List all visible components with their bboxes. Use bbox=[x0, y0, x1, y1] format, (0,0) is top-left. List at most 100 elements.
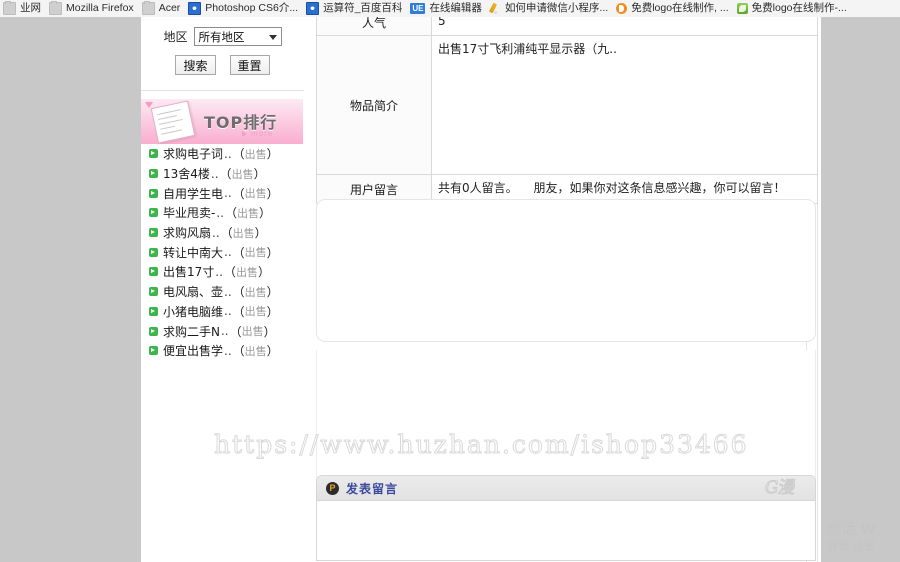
list-item-ellipsis: .. bbox=[216, 205, 224, 220]
region-row: 地区 所有地区 bbox=[141, 17, 304, 46]
search-button[interactable]: 搜索 bbox=[175, 55, 216, 75]
list-item-tag: 出售 bbox=[235, 265, 258, 279]
taskbar-item-label: Acer bbox=[158, 2, 181, 14]
taskbar-item-2[interactable]: Acer bbox=[139, 0, 186, 17]
list-item[interactable]: 出售17寸 .. （ 出售 ） bbox=[141, 262, 303, 282]
list-item-tag: 出售 bbox=[244, 305, 267, 319]
list-item-title: 13舍4楼 bbox=[163, 167, 210, 182]
list-item-close-paren: ） bbox=[266, 245, 279, 260]
taskbar-item-0[interactable]: 业网 bbox=[0, 0, 46, 17]
region-select[interactable]: 所有地区 bbox=[193, 27, 282, 46]
taskbar-item-label: 免费logo在线制作-... bbox=[751, 2, 847, 14]
list-item-ellipsis: .. bbox=[215, 264, 223, 279]
list-item[interactable]: 求购风扇 .. （ 出售 ） bbox=[141, 223, 303, 243]
list-item-open-paren: （ bbox=[232, 304, 245, 319]
taskbar[interactable]: 业网 Mozilla Firefox Acer Photoshop CS6介..… bbox=[0, 0, 900, 18]
list-item-tag: 出售 bbox=[237, 206, 259, 220]
arrow-bullet-icon bbox=[149, 208, 158, 218]
taskbar-item-3[interactable]: Photoshop CS6介... bbox=[185, 0, 303, 17]
list-item-ellipsis: .. bbox=[212, 225, 220, 240]
list-item-close-paren: ） bbox=[266, 344, 279, 359]
list-item-title: 转让中南大 bbox=[163, 245, 224, 260]
region-search-box: 地区 所有地区 搜索 重置 bbox=[141, 17, 304, 91]
list-item-open-paren: （ bbox=[224, 206, 237, 221]
folder-icon bbox=[49, 1, 62, 15]
arrow-bullet-icon bbox=[149, 228, 158, 238]
post-message-textarea[interactable] bbox=[317, 501, 815, 560]
more-link[interactable]: more bbox=[241, 129, 273, 138]
region-select-value: 所有地区 bbox=[198, 29, 245, 44]
orange-circle-icon bbox=[616, 3, 628, 14]
item-info-table: 人气 5 物品简介 出售17寸飞利浦纯平显示器（九.. 用户留言 共有0人留言。… bbox=[316, 17, 818, 204]
list-item-open-paren: （ bbox=[232, 285, 245, 300]
list-item-close-paren: ） bbox=[266, 285, 279, 300]
list-item[interactable]: 毕业甩卖- .. （ 出售 ） bbox=[141, 203, 303, 223]
taskbar-item-label: 如何申请微信小程序... bbox=[504, 2, 609, 14]
messages-hint: 朋友，如果你对这条信息感兴趣，你可以留言！ bbox=[533, 181, 786, 195]
list-item-open-paren: （ bbox=[219, 167, 232, 182]
list-item-open-paren: （ bbox=[232, 344, 245, 359]
list-item-open-paren: （ bbox=[232, 147, 245, 162]
content-panel-lower bbox=[316, 350, 816, 482]
list-item-open-paren: （ bbox=[232, 245, 245, 260]
list-item-tag: 出售 bbox=[241, 325, 264, 339]
taskbar-item-label: 免费logo在线制作, ... bbox=[631, 2, 729, 14]
taskbar-item-4[interactable]: 运算符_百度百科 bbox=[303, 0, 407, 17]
list-item-title: 小猪电脑维 bbox=[163, 304, 224, 319]
taskbar-item-8[interactable]: 免费logo在线制作-... bbox=[734, 0, 852, 17]
list-item-tag: 出售 bbox=[244, 147, 267, 161]
top-ranking-banner: TOP排行 more bbox=[141, 99, 303, 144]
list-item[interactable]: 13舍4楼 .. （ 出售 ） bbox=[141, 164, 303, 184]
search-buttons: 搜索 重置 bbox=[141, 46, 304, 75]
list-item[interactable]: 便宜出售学 .. （ 出售 ） bbox=[141, 341, 303, 361]
popularity-value: 5 bbox=[431, 17, 818, 36]
list-item[interactable]: 求购电子词 .. （ 出售 ） bbox=[141, 144, 303, 164]
list-item-close-paren: ） bbox=[266, 186, 279, 201]
notepad-icon bbox=[150, 100, 196, 144]
description-label: 物品简介 bbox=[316, 35, 432, 175]
taskbar-item-label: Mozilla Firefox bbox=[66, 2, 134, 14]
green-leaf-icon bbox=[736, 3, 748, 14]
list-item-close-paren: ） bbox=[266, 147, 279, 162]
messages-count: 共有0人留言。 bbox=[438, 181, 518, 195]
table-row-description: 物品简介 出售17寸飞利浦纯平显示器（九.. bbox=[316, 35, 818, 175]
folder-icon bbox=[141, 1, 155, 15]
taskbar-item-label: 业网 bbox=[20, 2, 41, 14]
post-message-title: 发表留言 bbox=[346, 481, 399, 496]
post-message-box: P 发表留言 G漫 bbox=[316, 475, 816, 561]
list-item-tag: 出售 bbox=[244, 246, 267, 260]
list-item-ellipsis: .. bbox=[224, 343, 232, 358]
arrow-bullet-icon bbox=[149, 267, 158, 277]
taskbar-item-1[interactable]: Mozilla Firefox bbox=[46, 0, 139, 17]
page-viewport: 地区 所有地区 搜索 重置 TOP排行 more 求购电子词 .. （ 出售 ）… bbox=[0, 17, 900, 562]
content-panel-upper bbox=[316, 199, 816, 342]
list-item-title: 自用学生电 bbox=[163, 186, 224, 201]
list-item-title: 求购二手N bbox=[163, 324, 220, 339]
list-item-tag: 出售 bbox=[244, 344, 267, 358]
description-value: 出售17寸飞利浦纯平显示器（九.. bbox=[431, 35, 818, 175]
list-item-close-paren: ） bbox=[266, 304, 279, 319]
post-badge-icon: P bbox=[326, 481, 339, 495]
list-item[interactable]: 电风扇、壶 .. （ 出售 ） bbox=[141, 282, 303, 302]
list-item-title: 毕业甩卖- bbox=[163, 206, 216, 221]
reset-button[interactable]: 重置 bbox=[229, 55, 270, 75]
list-item[interactable]: 自用学生电 .. （ 出售 ） bbox=[141, 183, 303, 203]
sidebar: 地区 所有地区 搜索 重置 TOP排行 more 求购电子词 .. （ 出售 ）… bbox=[141, 17, 305, 562]
taskbar-item-5[interactable]: UE 在线编辑器 bbox=[407, 0, 487, 17]
list-item[interactable]: 求购二手N .. （ 出售 ） bbox=[141, 321, 303, 341]
list-item[interactable]: 小猪电脑维 .. （ 出售 ） bbox=[141, 302, 303, 322]
decorative-logo-icon: G漫 bbox=[762, 478, 798, 499]
taskbar-item-7[interactable]: 免费logo在线制作, ... bbox=[613, 0, 733, 17]
list-item-open-paren: （ bbox=[223, 265, 236, 280]
right-gutter bbox=[821, 17, 900, 562]
post-message-header: P 发表留言 G漫 bbox=[317, 476, 815, 501]
popularity-label: 人气 bbox=[316, 17, 432, 36]
list-item-tag: 出售 bbox=[231, 167, 254, 181]
arrow-bullet-icon bbox=[149, 346, 158, 356]
list-item[interactable]: 转让中南大 .. （ 出售 ） bbox=[141, 242, 303, 262]
chevron-down-icon bbox=[268, 34, 277, 40]
list-item-title: 便宜出售学 bbox=[163, 344, 224, 359]
list-item-tag: 出售 bbox=[244, 285, 267, 299]
list-item-open-paren: （ bbox=[232, 186, 245, 201]
taskbar-item-6[interactable]: 如何申请微信小程序... bbox=[487, 0, 613, 17]
